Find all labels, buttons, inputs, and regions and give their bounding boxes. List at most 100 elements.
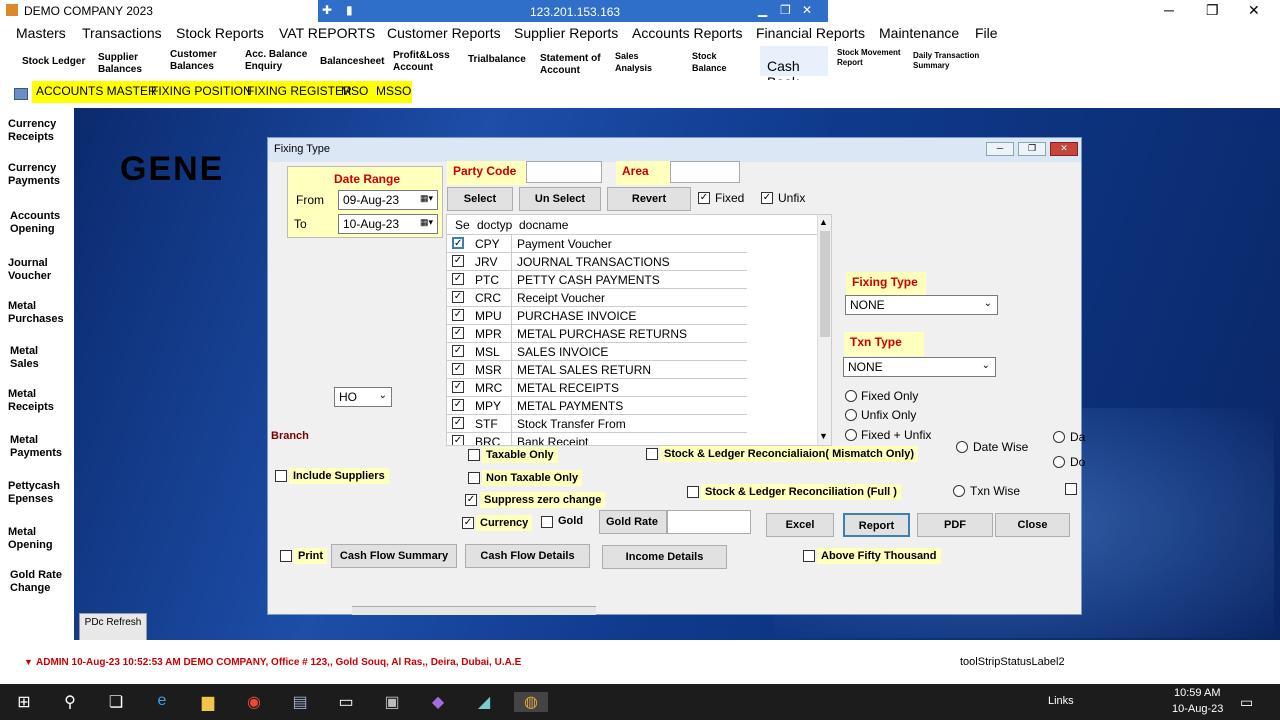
row-select-checkbox[interactable]: ✓ — [452, 435, 464, 445]
suppress-zero-checkbox[interactable]: ✓ — [465, 494, 477, 506]
menu-file[interactable]: File — [975, 25, 998, 41]
quick-msso[interactable]: MSSO — [376, 84, 411, 98]
menu-accounts-reports[interactable]: Accounts Reports — [632, 25, 743, 41]
toolbar-acc-balance-enquiry[interactable]: Acc. Balance Enquiry — [245, 49, 315, 73]
da-radio[interactable] — [1053, 431, 1065, 443]
table-row[interactable]: ✓ MSR METAL SALES RETURN — [447, 361, 747, 379]
folder-icon[interactable]: ▆ — [196, 692, 220, 712]
sidebar-metal-payments[interactable]: Metal Payments — [10, 434, 70, 460]
stock-full-checkbox[interactable] — [687, 486, 699, 498]
fixed-only-radio[interactable] — [845, 390, 857, 402]
sidebar-metal-sales[interactable]: Metal Sales — [10, 345, 60, 371]
close-icon[interactable]: ✕ — [802, 3, 812, 17]
menu-supplier-reports[interactable]: Supplier Reports — [514, 25, 618, 41]
branch-select[interactable]: HO ⌄ — [334, 387, 392, 407]
report-button[interactable]: Report — [843, 513, 910, 537]
table-row[interactable]: ✓ MSL SALES INVOICE — [447, 343, 747, 361]
minimize-icon[interactable]: ▁ — [758, 3, 767, 17]
row-select-checkbox[interactable]: ✓ — [452, 309, 464, 321]
sidebar-accounts-opening[interactable]: Accounts Opening — [10, 210, 68, 236]
taxable-only-checkbox[interactable] — [468, 449, 480, 461]
unselect-button[interactable]: Un Select — [519, 187, 601, 211]
row-select-checkbox[interactable]: ✓ — [452, 327, 464, 339]
table-row[interactable]: ✓ BRC Bank Receipt — [447, 433, 747, 445]
menu-masters[interactable]: Masters — [16, 25, 66, 41]
table-row[interactable]: ✓ STF Stock Transfer From — [447, 415, 747, 433]
to-date-picker[interactable]: 10-Aug-23 ▦▾ — [338, 214, 438, 234]
print-checkbox[interactable] — [280, 550, 292, 562]
toolbar-stock-balance[interactable]: Stock Balance — [692, 50, 748, 74]
row-select-checkbox[interactable]: ✓ — [452, 291, 464, 303]
gold-rate-input[interactable] — [667, 510, 751, 534]
currency-checkbox[interactable]: ✓ — [462, 517, 474, 529]
table-row[interactable]: ✓ MPY METAL PAYMENTS — [447, 397, 747, 415]
dropdown-arrow-icon[interactable]: ▼ — [24, 657, 33, 667]
row-select-checkbox[interactable]: ✓ — [452, 255, 464, 267]
sidebar-metal-opening[interactable]: Metal Opening — [8, 526, 64, 552]
menu-customer-reports[interactable]: Customer Reports — [387, 25, 501, 41]
quick-fixing-position[interactable]: FIXING POSITION — [151, 84, 252, 98]
row-select-checkbox[interactable]: ✓ — [452, 417, 464, 429]
toolbar-statement-of-account[interactable]: Statement of Account — [540, 53, 606, 77]
links-label[interactable]: Links — [1048, 695, 1074, 707]
fixed-checkbox[interactable]: ✓ — [698, 192, 710, 204]
extra-checkbox[interactable] — [1065, 483, 1077, 495]
sidebar-currency-payments[interactable]: Currency Payments — [8, 162, 68, 188]
menu-vat-reports[interactable]: VAT REPORTS — [279, 25, 375, 41]
visual-studio-icon[interactable]: ◆ — [426, 692, 450, 712]
quick-mso[interactable]: MSO — [341, 84, 368, 98]
picture-icon[interactable] — [14, 88, 28, 100]
row-select-checkbox[interactable]: ✓ — [452, 237, 464, 249]
scroll-up-icon[interactable]: ▲ — [819, 217, 828, 227]
toolbar-supplier-balances[interactable]: Supplier Balances — [98, 52, 152, 76]
cash-flow-details-button[interactable]: Cash Flow Details — [465, 544, 590, 568]
txn-wise-radio[interactable] — [953, 485, 965, 497]
sidebar-metal-receipts[interactable]: Metal Receipts — [8, 388, 68, 414]
menu-transactions[interactable]: Transactions — [82, 25, 162, 41]
table-row[interactable]: ✓ MPU PURCHASE INVOICE — [447, 307, 747, 325]
income-details-button[interactable]: Income Details — [602, 545, 727, 569]
quick-accounts-master[interactable]: ACCOUNTS MASTER — [36, 84, 157, 98]
include-suppliers-checkbox[interactable] — [275, 470, 287, 482]
clock-date[interactable]: 10-Aug-23 — [1172, 703, 1223, 715]
from-date-picker[interactable]: 09-Aug-23 ▦▾ — [338, 190, 438, 210]
sidebar-metal-purchases[interactable]: Metal Purchases — [8, 300, 74, 326]
notifications-icon[interactable]: ▭ — [1240, 694, 1253, 711]
unfix-only-radio[interactable] — [845, 409, 857, 421]
menu-maintenance[interactable]: Maintenance — [879, 25, 959, 41]
sidebar-journal-voucher[interactable]: Journal Voucher — [8, 257, 64, 283]
restore-icon[interactable]: ❐ — [780, 3, 791, 17]
sidebar-pettycash[interactable]: Pettycash Epenses — [8, 480, 74, 506]
gold-checkbox[interactable] — [541, 516, 553, 528]
grid-scrollbar[interactable]: ▲ ▼ — [817, 215, 831, 445]
close-button[interactable]: ✕ — [1248, 2, 1260, 19]
pin-icon[interactable]: ✚ — [322, 3, 332, 17]
dialog-minimize-button[interactable]: ─ — [986, 142, 1014, 156]
quick-fixing-register[interactable]: FIXING REGISTER — [247, 84, 352, 98]
search-icon[interactable]: ⚲ — [58, 692, 82, 712]
table-row[interactable]: ✓ MPR METAL PURCHASE RETURNS — [447, 325, 747, 343]
toolbar-stock-movement[interactable]: Stock Movement Report — [837, 48, 907, 68]
stock-mismatch-checkbox[interactable] — [646, 448, 658, 460]
chrome-icon[interactable]: ◉ — [242, 692, 266, 712]
do-radio[interactable] — [1053, 456, 1065, 468]
table-row[interactable]: ✓ CRC Receipt Voucher — [447, 289, 747, 307]
cash-flow-summary-button[interactable]: Cash Flow Summary — [331, 544, 457, 568]
date-wise-radio[interactable] — [956, 441, 968, 453]
row-select-checkbox[interactable]: ✓ — [452, 345, 464, 357]
toolbar-profit-loss[interactable]: Profit&Loss Account — [393, 50, 457, 74]
calendar-icon[interactable]: ▦▾ — [420, 193, 433, 204]
minimize-button[interactable]: ─ — [1164, 2, 1174, 18]
scroll-down-icon[interactable]: ▼ — [819, 431, 828, 441]
tool-icon[interactable]: ◢ — [472, 692, 496, 712]
dialog-close-button[interactable]: ✕ — [1050, 142, 1078, 156]
terminal-icon[interactable]: ▭ — [334, 692, 358, 712]
above-fifty-checkbox[interactable] — [803, 550, 815, 562]
area-input[interactable] — [670, 161, 740, 183]
fixed-unfix-radio[interactable] — [845, 429, 857, 441]
fixing-type-select[interactable]: NONE ⌄ — [845, 295, 998, 315]
sidebar-gold-rate-change[interactable]: Gold Rate Change — [10, 569, 70, 595]
toolbar-trialbalance[interactable]: Trialbalance — [468, 54, 526, 66]
menu-financial-reports[interactable]: Financial Reports — [756, 25, 865, 41]
row-select-checkbox[interactable]: ✓ — [452, 273, 464, 285]
